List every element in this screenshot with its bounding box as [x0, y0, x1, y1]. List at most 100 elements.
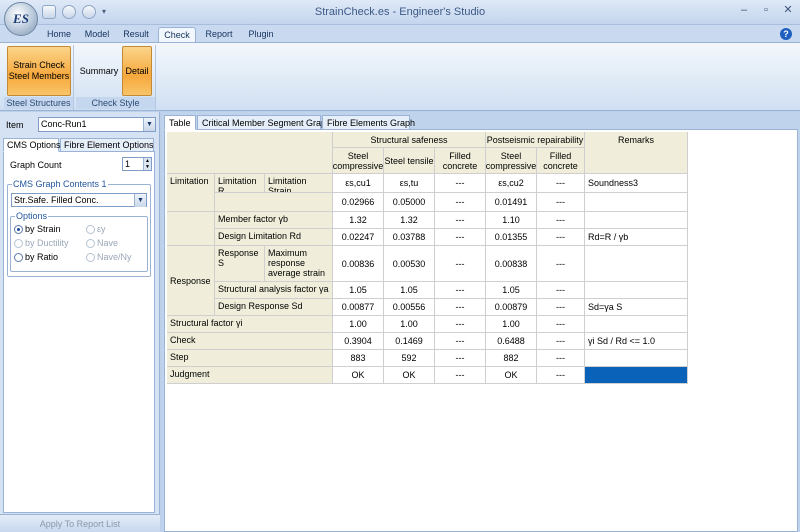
- row-header-limitation-strain: Limitation Strain: [265, 174, 333, 193]
- radio-label: εy: [97, 224, 106, 234]
- table-cell: ---: [537, 246, 585, 282]
- table-cell: εs,cu2: [486, 174, 537, 193]
- col-header: Steel tensile: [384, 148, 435, 174]
- graph-count-label: Graph Count: [10, 160, 62, 170]
- row-header-limitation-blank: [215, 193, 333, 212]
- summary-button[interactable]: Summary: [79, 46, 119, 96]
- detail-button[interactable]: Detail: [122, 46, 152, 96]
- tab-fibre-elements-graph[interactable]: Fibre Elements Graph: [322, 115, 415, 130]
- table-panel: Structural safeness Postseismic repairab…: [164, 129, 798, 532]
- col-header: Filled concrete: [435, 148, 486, 174]
- row-header-design-response: Design Response Sd: [215, 299, 333, 316]
- table-cell: 1.32: [384, 212, 435, 229]
- tab-fibre-element-options[interactable]: Fibre Element Options: [60, 138, 154, 152]
- chevron-down-icon[interactable]: ▼: [134, 194, 146, 207]
- tab-model[interactable]: Model: [80, 27, 114, 42]
- apply-to-report-list-button[interactable]: Apply To Report List: [0, 514, 160, 532]
- remark-cell: Sd=γa S: [585, 299, 688, 316]
- row-header-design-limitation: Design Limitation Rd: [215, 229, 333, 246]
- table-cell: 0.00879: [486, 299, 537, 316]
- radio-label: by Ductility: [25, 238, 69, 248]
- close-button[interactable]: ✕: [782, 4, 794, 16]
- table-cell: ---: [537, 193, 585, 212]
- remark-cell: [585, 282, 688, 299]
- tab-check[interactable]: Check: [158, 27, 196, 42]
- app-logo-text: ES: [13, 11, 29, 26]
- main-area: Table Critical Member Segment Graph Fibr…: [162, 112, 800, 532]
- radio-ey[interactable]: εy: [86, 224, 106, 234]
- table-cell: ---: [435, 229, 486, 246]
- radio-by-strain[interactable]: by Strain: [14, 224, 61, 234]
- table-cell: OK: [384, 367, 435, 384]
- tab-report[interactable]: Report: [200, 27, 238, 42]
- table-cell: 1.10: [486, 212, 537, 229]
- table-cell: ---: [537, 350, 585, 367]
- table-cell: ---: [537, 367, 585, 384]
- table-cell: ---: [537, 229, 585, 246]
- row-header-limitation-r: Limitation R: [215, 174, 265, 193]
- group-label: Check Style: [76, 97, 155, 109]
- table-cell: 0.03788: [384, 229, 435, 246]
- radio-label: Nave: [97, 238, 119, 248]
- row-header-member-factor: Member factor γb: [215, 212, 333, 229]
- table-cell: 0.02247: [333, 229, 384, 246]
- graph-count-value: 1: [125, 159, 131, 169]
- tab-result[interactable]: Result: [118, 27, 154, 42]
- table-cell: ---: [537, 174, 585, 193]
- tab-home[interactable]: Home: [42, 27, 76, 42]
- row-header-limitation: Limitation: [167, 174, 215, 212]
- table-cell: 0.00836: [333, 246, 384, 282]
- col-header: Steel compressive: [486, 148, 537, 174]
- radio-nave[interactable]: Nave: [86, 238, 118, 248]
- options-group: Options by Strain by Ductility by Ratio …: [10, 211, 148, 272]
- remark-cell: [585, 212, 688, 229]
- row-header-response: Response: [167, 246, 215, 316]
- table-cell: 0.00556: [384, 299, 435, 316]
- help-icon[interactable]: ?: [780, 28, 792, 40]
- table-cell: ---: [435, 350, 486, 367]
- group-steel-structures: Strain Check Steel Members Steel Structu…: [4, 45, 74, 110]
- stepper-arrows-icon[interactable]: ▲ ▼: [143, 158, 151, 170]
- table-cell: 0.00838: [486, 246, 537, 282]
- cms-graph-contents-legend: CMS Graph Contents 1: [12, 179, 108, 189]
- table-cell: OK: [486, 367, 537, 384]
- radio-by-ductility[interactable]: by Ductility: [14, 238, 69, 248]
- table-cell: 0.1469: [384, 333, 435, 350]
- row-header-structural-factor: Structural factor γi: [167, 316, 333, 333]
- radio-icon: [86, 224, 95, 234]
- item-select[interactable]: Conc-Run1 ▼: [38, 117, 156, 132]
- group-check-style: Summary Detail Check Style: [76, 45, 156, 110]
- judgment-remark-cell[interactable]: [585, 367, 688, 384]
- group-label: Steel Structures: [4, 97, 73, 109]
- table-cell: 1.32: [333, 212, 384, 229]
- tab-cms-options[interactable]: CMS Options: [3, 138, 61, 152]
- remark-cell: [585, 316, 688, 333]
- minimize-button[interactable]: –: [738, 4, 750, 16]
- table-cell: ---: [435, 367, 486, 384]
- radio-icon: [14, 238, 23, 248]
- cms-contents-select[interactable]: Str.Safe. Filled Conc. ▼: [11, 193, 147, 207]
- radio-icon: [86, 238, 95, 248]
- window-title: StrainCheck.es - Engineer's Studio: [314, 6, 486, 18]
- tab-plugin[interactable]: Plugin: [242, 27, 280, 42]
- tab-critical-member-segment-graph[interactable]: Critical Member Segment Graph: [197, 115, 331, 130]
- table-cell: 0.02966: [333, 193, 384, 212]
- radio-nave-ny[interactable]: Nave/Ny: [86, 252, 132, 262]
- chevron-down-icon[interactable]: ▼: [143, 118, 155, 131]
- table-cell: 882: [486, 350, 537, 367]
- table-cell: ---: [537, 282, 585, 299]
- remark-cell: [585, 350, 688, 367]
- radio-by-ratio[interactable]: by Ratio: [14, 252, 58, 262]
- table-cell: ---: [435, 246, 486, 282]
- maximize-button[interactable]: ▫: [760, 4, 772, 16]
- tab-table[interactable]: Table: [164, 115, 196, 130]
- table-cell: ---: [435, 316, 486, 333]
- remark-cell: Rd=R / γb: [585, 229, 688, 246]
- strain-check-steel-members-button[interactable]: Strain Check Steel Members: [7, 46, 71, 96]
- app-menu-button[interactable]: ES: [4, 2, 38, 36]
- ribbon-tab-bar: Home Model Result Check Report Plugin: [0, 25, 800, 42]
- col-header: Steel compressive: [333, 148, 384, 174]
- graph-count-stepper[interactable]: 1 ▲ ▼: [122, 157, 152, 171]
- header-remarks: Remarks: [585, 132, 688, 174]
- row-header-step: Step: [167, 350, 333, 367]
